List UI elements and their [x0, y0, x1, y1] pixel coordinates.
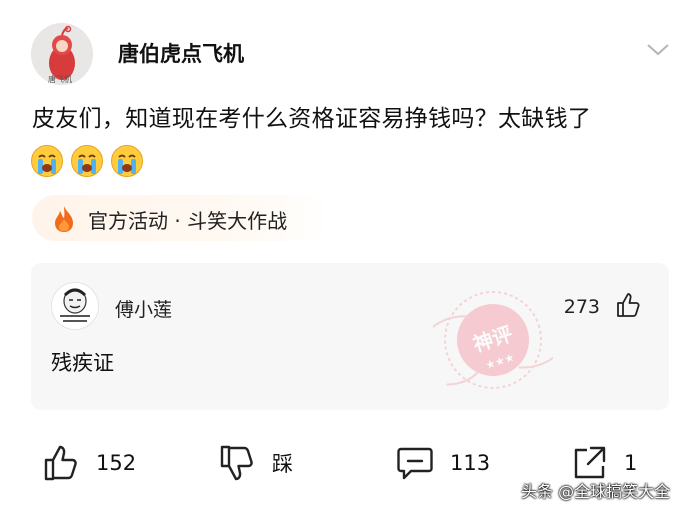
like-count: 152 [96, 451, 137, 475]
dislike-label: 踩 [272, 452, 293, 476]
thumbs-down-icon [220, 445, 253, 481]
thumbs-up-icon [44, 445, 77, 481]
crying-face-emoji [111, 145, 143, 177]
comment-text: 残疾证 [51, 351, 114, 375]
thumbs-up-icon[interactable] [615, 292, 641, 318]
fire-icon [55, 206, 73, 232]
commenter-avatar[interactable] [51, 282, 99, 330]
dislike-button[interactable]: 踩 [218, 435, 293, 491]
comment-count: 113 [450, 451, 491, 475]
avatar-caption: 唐飞机 [48, 75, 72, 84]
commenter-name[interactable]: 傅小莲 [115, 295, 172, 322]
share-icon [574, 446, 606, 479]
comment-button[interactable]: 113 [396, 435, 490, 491]
emoji-row [30, 144, 144, 178]
crying-face-emoji [31, 145, 63, 177]
topic-tag-button[interactable]: 官方活动 · 斗笑大作战 [32, 195, 329, 241]
comment-icon [397, 447, 433, 480]
topic-tag-label: 官方活动 · 斗笑大作战 [88, 209, 288, 233]
top-comment-card[interactable]: 傅小莲 273 残疾证 神评 ★★★ [31, 263, 669, 410]
chevron-down-icon[interactable] [644, 40, 672, 60]
like-button[interactable]: 152 [42, 435, 136, 491]
comment-like-count: 273 [563, 296, 600, 318]
post-author-name[interactable]: 唐伯虎点飞机 [118, 38, 244, 68]
share-count: 1 [624, 451, 638, 475]
post-text: 皮友们，知道现在考什么资格证容易挣钱吗？太缺钱了 [32, 106, 592, 132]
watermark: 头条 @全球搞笑大全 [521, 482, 671, 501]
hot-comment-badge: 神评 ★★★ [433, 291, 553, 389]
crying-face-emoji [71, 145, 103, 177]
